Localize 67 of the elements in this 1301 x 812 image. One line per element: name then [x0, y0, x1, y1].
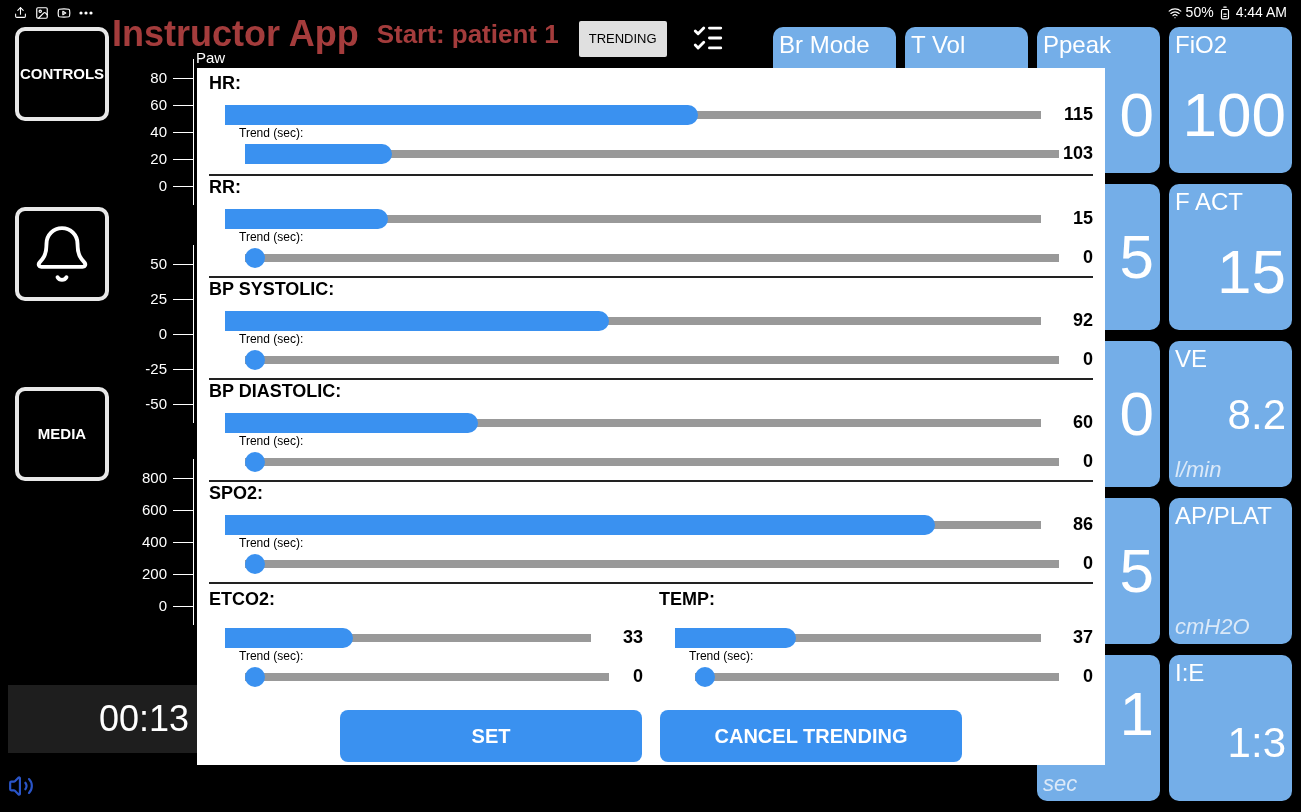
trend-value: 0 [632, 665, 643, 688]
parameter-label: SPO2: [209, 482, 265, 504]
tile-title: F ACT [1175, 187, 1244, 217]
slider-value: 86 [1071, 513, 1093, 536]
tile-title: AP/PLAT [1175, 501, 1273, 531]
axis-tick-label: 0 [158, 325, 167, 343]
axis-tick-label: 200 [141, 565, 167, 583]
trend-value: 103 [1061, 142, 1093, 165]
parameter-label: ETCO2: [209, 588, 276, 610]
axis-tick-label: -50 [145, 395, 167, 413]
parameter-label: TEMP: [659, 588, 716, 610]
axis-tick-label: 20 [150, 150, 167, 168]
tile-value: 8.2 [1227, 394, 1286, 436]
slider-value: 33 [621, 626, 643, 649]
tile-value: 5 [1119, 226, 1154, 288]
trend-label: Trend (sec): [689, 649, 754, 663]
tile-value: 0 [1119, 84, 1154, 146]
tile-value: 15 [1217, 241, 1286, 303]
tile-value: 0 [1119, 383, 1154, 445]
parameter-label: RR: [209, 176, 242, 198]
parameter-label: HR: [209, 72, 242, 94]
tile-unit: cmH2O [1175, 613, 1251, 641]
timer: 00:13 [98, 697, 189, 741]
axis-tick-label: 600 [141, 501, 167, 519]
trend-value: 0 [1082, 665, 1093, 688]
tile-title: T Vol [911, 30, 967, 60]
trend-label: Trend (sec): [239, 434, 304, 448]
tile-unit: l/min [1175, 456, 1223, 484]
scenario-title: Start: patient 1 [376, 21, 559, 47]
slider-value: 37 [1071, 626, 1093, 649]
trend-label: Trend (sec): [239, 649, 304, 663]
parameter-label: BP DIASTOLIC: [209, 380, 343, 402]
trend-label: Trend (sec): [239, 126, 304, 140]
slider-value: 115 [1062, 103, 1093, 126]
axis-tick-label: 800 [141, 469, 167, 487]
trend-label: Trend (sec): [239, 230, 304, 244]
trend-label: Trend (sec): [239, 332, 304, 346]
tile-value: 1 [1119, 683, 1154, 745]
tile-title: Ppeak [1043, 30, 1113, 60]
tile-unit: sec [1043, 770, 1079, 798]
tile-title: I:E [1175, 658, 1206, 688]
axis-tick-label: 60 [150, 96, 167, 114]
axis-tick-label: 400 [141, 533, 167, 551]
axis-tick-label: 50 [150, 255, 167, 273]
trend-value: 0 [1082, 552, 1093, 575]
slider-value: 92 [1071, 309, 1093, 332]
tile-title: FiO2 [1175, 30, 1228, 60]
axis-tick-label: 25 [150, 290, 167, 308]
tile-title: Br Mode [779, 30, 871, 60]
trend-value: 0 [1082, 450, 1093, 473]
axis-tick-label: -25 [145, 360, 167, 378]
tile-value: 1:3 [1227, 722, 1286, 764]
battery-percent: 50% [1185, 3, 1214, 22]
axis-tick-label: 0 [158, 597, 167, 615]
slider-value: 15 [1071, 207, 1093, 230]
tile-value: 100 [1182, 84, 1286, 146]
tile-title: VE [1175, 344, 1208, 374]
axis-tick-label: 0 [158, 177, 167, 195]
parameter-label: BP SYSTOLIC: [209, 278, 336, 300]
tile-value: 5 [1119, 540, 1154, 602]
trend-label: Trend (sec): [239, 536, 304, 550]
axis-tick-label: 40 [150, 123, 167, 141]
slider-value: 60 [1071, 411, 1093, 434]
clock: 4:44 AM [1235, 3, 1287, 22]
trend-value: 0 [1082, 246, 1093, 269]
trend-value: 0 [1082, 348, 1093, 371]
axis-tick-label: 80 [150, 69, 167, 87]
